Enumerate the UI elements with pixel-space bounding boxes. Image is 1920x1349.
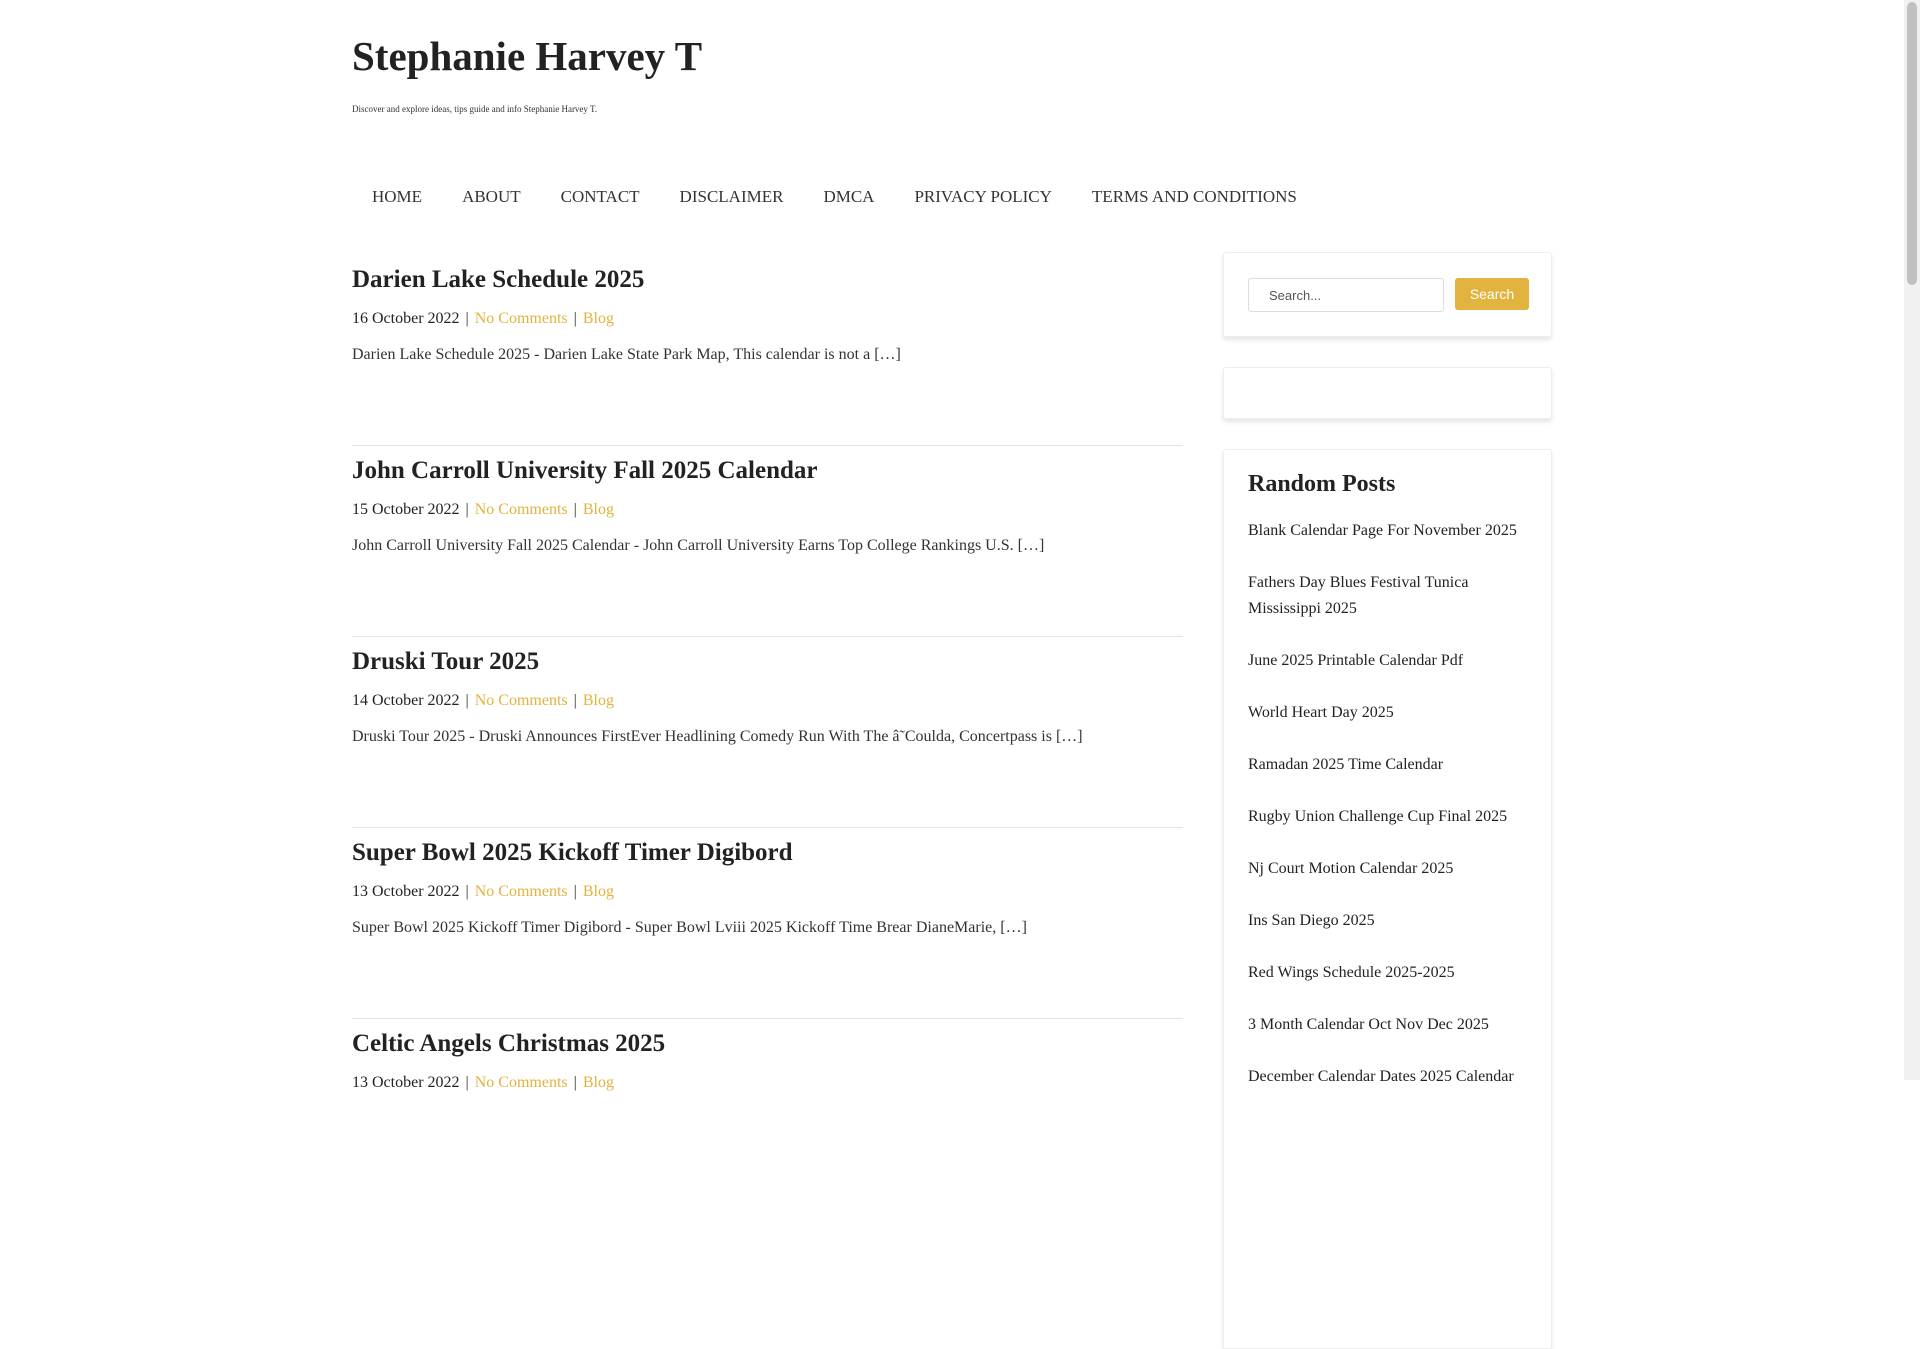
nav-home[interactable]: HOME <box>352 183 442 211</box>
post-title[interactable]: Darien Lake Schedule 2025 <box>352 263 644 297</box>
post-excerpt: Druski Tour 2025 - Druski Announces Firs… <box>352 728 1083 745</box>
post-meta: 13 October 2022 | No Comments | Blog <box>352 1071 614 1095</box>
post-excerpt: Darien Lake Schedule 2025 - Darien Lake … <box>352 346 901 363</box>
site-title[interactable]: Stephanie Harvey T <box>352 28 702 84</box>
search-input[interactable] <box>1248 278 1444 312</box>
post-date: 15 October 2022 <box>352 501 460 518</box>
post-comments-link[interactable]: No Comments <box>475 310 568 327</box>
post-date: 13 October 2022 <box>352 883 460 900</box>
random-post-link[interactable]: World Heart Day 2025 <box>1248 700 1527 726</box>
post-item: John Carroll University Fall 2025 Calend… <box>352 446 1183 637</box>
post-title[interactable]: Super Bowl 2025 Kickoff Timer Digibord <box>352 836 793 870</box>
post-list: Darien Lake Schedule 2025 16 October 202… <box>352 255 1183 1209</box>
post-category-link[interactable]: Blog <box>583 692 614 709</box>
list-item: Ramadan 2025 Time Calendar <box>1248 752 1527 778</box>
meta-separator: | <box>573 501 577 518</box>
random-posts-title: Random Posts <box>1248 471 1396 497</box>
random-post-link[interactable]: 3 Month Calendar Oct Nov Dec 2025 <box>1248 1012 1527 1038</box>
random-post-link[interactable]: Fathers Day Blues Festival Tunica Missis… <box>1248 570 1527 622</box>
main-nav: HOME ABOUT CONTACT DISCLAIMER DMCA PRIVA… <box>352 183 1317 211</box>
post-category-link[interactable]: Blog <box>583 1074 614 1091</box>
post-comments-link[interactable]: No Comments <box>475 692 568 709</box>
post-excerpt: Super Bowl 2025 Kickoff Timer Digibord -… <box>352 919 1027 936</box>
list-item: Ins San Diego 2025 <box>1248 908 1527 934</box>
meta-separator: | <box>465 692 469 709</box>
post-item: Druski Tour 2025 14 October 2022 | No Comm… <box>352 637 1183 828</box>
post-date: 16 October 2022 <box>352 310 460 327</box>
post-comments-link[interactable]: No Comments <box>475 501 568 518</box>
list-item: Rugby Union Challenge Cup Final 2025 <box>1248 804 1527 830</box>
random-post-link[interactable]: December Calendar Dates 2025 Calendar <box>1248 1064 1527 1090</box>
random-post-link[interactable]: Nj Court Motion Calendar 2025 <box>1248 856 1527 882</box>
meta-separator: | <box>573 692 577 709</box>
post-comments-link[interactable]: No Comments <box>475 883 568 900</box>
random-post-link[interactable]: Rugby Union Challenge Cup Final 2025 <box>1248 804 1527 830</box>
post-category-link[interactable]: Blog <box>583 883 614 900</box>
random-post-link[interactable]: June 2025 Printable Calendar Pdf <box>1248 648 1527 674</box>
random-post-link[interactable]: Ins San Diego 2025 <box>1248 908 1527 934</box>
post-item: Darien Lake Schedule 2025 16 October 202… <box>352 255 1183 446</box>
post-date: 14 October 2022 <box>352 692 460 709</box>
meta-separator: | <box>573 883 577 900</box>
list-item: Fathers Day Blues Festival Tunica Missis… <box>1248 570 1527 622</box>
search-button[interactable]: Search <box>1455 278 1529 310</box>
scrollbar-thumb[interactable] <box>1907 2 1917 285</box>
nav-contact[interactable]: CONTACT <box>541 183 660 211</box>
nav-about[interactable]: ABOUT <box>442 183 541 211</box>
list-item: World Heart Day 2025 <box>1248 700 1527 726</box>
post-meta: 14 October 2022 | No Comments | Blog <box>352 689 614 713</box>
random-post-link[interactable]: Red Wings Schedule 2025-2025 <box>1248 960 1527 986</box>
list-item: June 2025 Printable Calendar Pdf <box>1248 648 1527 674</box>
list-item: Red Wings Schedule 2025-2025 <box>1248 960 1527 986</box>
post-category-link[interactable]: Blog <box>583 501 614 518</box>
vertical-scrollbar[interactable] <box>1904 0 1920 1080</box>
nav-privacy-policy[interactable]: PRIVACY POLICY <box>894 183 1071 211</box>
post-meta: 16 October 2022 | No Comments | Blog <box>352 307 614 331</box>
meta-separator: | <box>465 310 469 327</box>
random-post-link[interactable]: Blank Calendar Page For November 2025 <box>1248 518 1527 544</box>
sidebar: Search Random Posts Blank Calendar Page … <box>1223 252 1552 1349</box>
list-item: Nj Court Motion Calendar 2025 <box>1248 856 1527 882</box>
post-excerpt: John Carroll University Fall 2025 Calend… <box>352 537 1045 554</box>
page: Stephanie Harvey T Discover and explore … <box>0 0 1904 1349</box>
post-comments-link[interactable]: No Comments <box>475 1074 568 1091</box>
meta-separator: | <box>465 883 469 900</box>
site-description: Discover and explore ideas, tips guide a… <box>352 104 598 114</box>
post-date: 13 October 2022 <box>352 1074 460 1091</box>
post-meta: 13 October 2022 | No Comments | Blog <box>352 880 614 904</box>
post-title[interactable]: Celtic Angels Christmas 2025 <box>352 1027 665 1061</box>
meta-separator: | <box>573 1074 577 1091</box>
search-widget: Search <box>1223 252 1552 337</box>
post-title[interactable]: Druski Tour 2025 <box>352 645 539 679</box>
post-item: Celtic Angels Christmas 2025 13 October … <box>352 1019 1183 1209</box>
meta-separator: | <box>465 501 469 518</box>
random-posts-widget: Random Posts Blank Calendar Page For Nov… <box>1223 449 1552 1349</box>
post-category-link[interactable]: Blog <box>583 310 614 327</box>
list-item: 3 Month Calendar Oct Nov Dec 2025 <box>1248 1012 1527 1038</box>
post-item: Super Bowl 2025 Kickoff Timer Digibord 1… <box>352 828 1183 1019</box>
meta-separator: | <box>465 1074 469 1091</box>
list-item: Blank Calendar Page For November 2025 <box>1248 518 1527 544</box>
post-title[interactable]: John Carroll University Fall 2025 Calend… <box>352 454 818 488</box>
empty-widget <box>1223 367 1552 419</box>
nav-terms-and-conditions[interactable]: TERMS AND CONDITIONS <box>1072 183 1317 211</box>
random-posts-list: Blank Calendar Page For November 2025 Fa… <box>1248 518 1527 1090</box>
post-meta: 15 October 2022 | No Comments | Blog <box>352 498 614 522</box>
nav-dmca[interactable]: DMCA <box>803 183 894 211</box>
nav-disclaimer[interactable]: DISCLAIMER <box>660 183 804 211</box>
meta-separator: | <box>573 310 577 327</box>
random-post-link[interactable]: Ramadan 2025 Time Calendar <box>1248 752 1527 778</box>
list-item: December Calendar Dates 2025 Calendar <box>1248 1064 1527 1090</box>
